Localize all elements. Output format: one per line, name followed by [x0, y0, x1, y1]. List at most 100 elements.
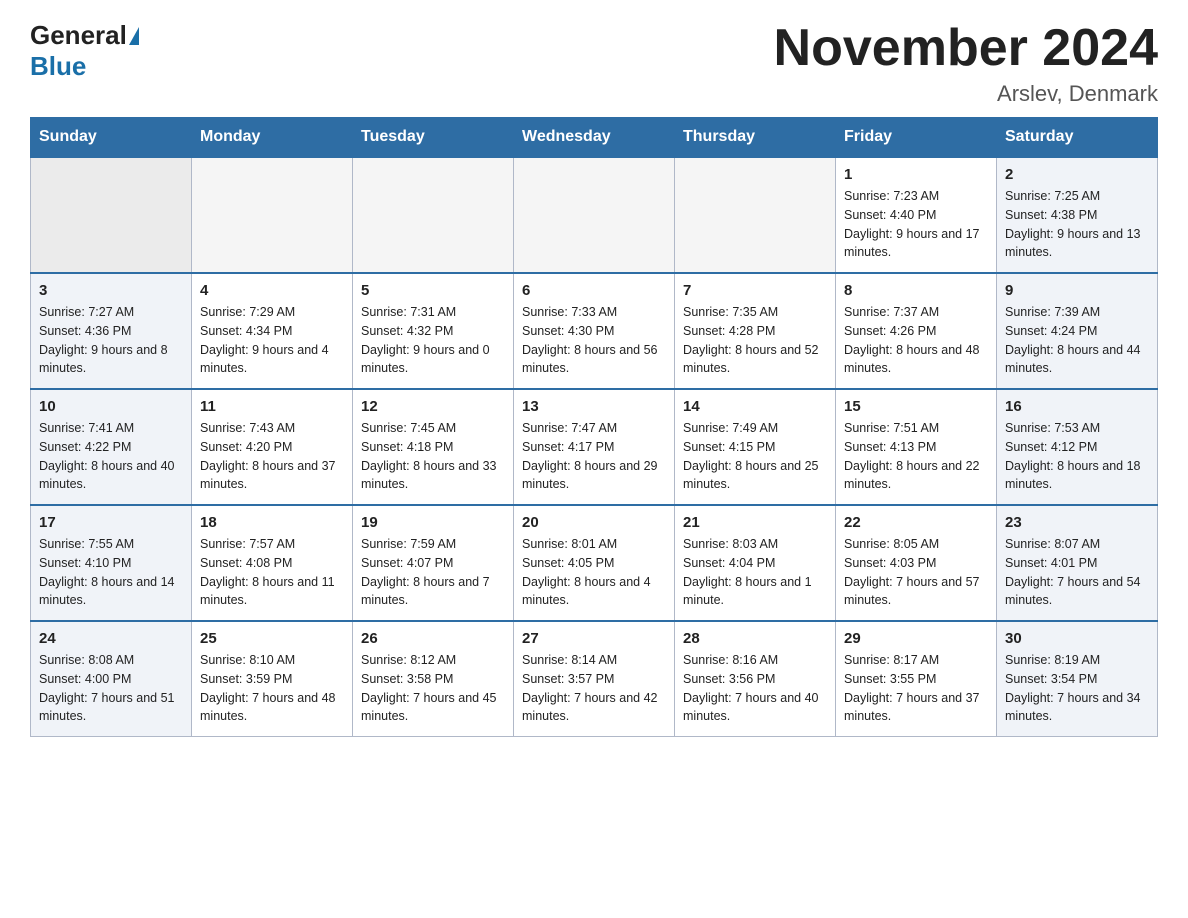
calendar-cell: 7 Sunrise: 7:35 AMSunset: 4:28 PMDaylight… [675, 273, 836, 389]
day-sun-info: Sunrise: 8:16 AMSunset: 3:56 PMDaylight:… [683, 651, 827, 726]
calendar-cell: 25 Sunrise: 8:10 AMSunset: 3:59 PMDayligh… [192, 621, 353, 737]
day-number: 4 [200, 282, 344, 299]
day-number: 2 [1005, 166, 1149, 183]
calendar-cell [353, 157, 514, 273]
calendar-cell: 22 Sunrise: 8:05 AMSunset: 4:03 PMDayligh… [836, 505, 997, 621]
day-sun-info: Sunrise: 7:45 AMSunset: 4:18 PMDaylight:… [361, 419, 505, 494]
logo: General Blue [30, 20, 141, 82]
day-sun-info: Sunrise: 7:39 AMSunset: 4:24 PMDaylight:… [1005, 303, 1149, 378]
day-sun-info: Sunrise: 8:19 AMSunset: 3:54 PMDaylight:… [1005, 651, 1149, 726]
day-sun-info: Sunrise: 7:49 AMSunset: 4:15 PMDaylight:… [683, 419, 827, 494]
calendar-cell: 3 Sunrise: 7:27 AMSunset: 4:36 PMDaylight… [31, 273, 192, 389]
day-sun-info: Sunrise: 7:33 AMSunset: 4:30 PMDaylight:… [522, 303, 666, 378]
day-number: 18 [200, 514, 344, 531]
day-number: 11 [200, 398, 344, 415]
day-sun-info: Sunrise: 7:23 AMSunset: 4:40 PMDaylight:… [844, 187, 988, 262]
day-sun-info: Sunrise: 8:12 AMSunset: 3:58 PMDaylight:… [361, 651, 505, 726]
day-number: 23 [1005, 514, 1149, 531]
day-sun-info: Sunrise: 7:43 AMSunset: 4:20 PMDaylight:… [200, 419, 344, 494]
day-number: 19 [361, 514, 505, 531]
day-sun-info: Sunrise: 7:25 AMSunset: 4:38 PMDaylight:… [1005, 187, 1149, 262]
calendar-week-row: 1 Sunrise: 7:23 AMSunset: 4:40 PMDaylight… [31, 157, 1158, 273]
calendar-week-row: 3 Sunrise: 7:27 AMSunset: 4:36 PMDaylight… [31, 273, 1158, 389]
calendar-cell: 19Sunrise: 7:59 AMSunset: 4:07 PMDayligh… [353, 505, 514, 621]
day-sun-info: Sunrise: 7:31 AMSunset: 4:32 PMDaylight:… [361, 303, 505, 378]
calendar-cell: 8Sunrise: 7:37 AMSunset: 4:26 PMDaylight… [836, 273, 997, 389]
calendar-cell: 26 Sunrise: 8:12 AMSunset: 3:58 PMDayligh… [353, 621, 514, 737]
day-of-week-header: Wednesday [514, 118, 675, 158]
calendar-cell: 18 Sunrise: 7:57 AMSunset: 4:08 PMDayligh… [192, 505, 353, 621]
calendar-cell [192, 157, 353, 273]
calendar-cell: 6 Sunrise: 7:33 AMSunset: 4:30 PMDaylight… [514, 273, 675, 389]
calendar-cell: 27 Sunrise: 8:14 AMSunset: 3:57 PMDayligh… [514, 621, 675, 737]
day-sun-info: Sunrise: 7:35 AMSunset: 4:28 PMDaylight:… [683, 303, 827, 378]
title-block: November 2024 Arslev, Denmark [774, 20, 1158, 107]
calendar-week-row: 10Sunrise: 7:41 AMSunset: 4:22 PMDayligh… [31, 389, 1158, 505]
day-number: 15 [844, 398, 988, 415]
calendar-cell: 21 Sunrise: 8:03 AMSunset: 4:04 PMDayligh… [675, 505, 836, 621]
calendar-week-row: 24Sunrise: 8:08 AMSunset: 4:00 PMDayligh… [31, 621, 1158, 737]
day-sun-info: Sunrise: 8:10 AMSunset: 3:59 PMDaylight:… [200, 651, 344, 726]
day-number: 29 [844, 630, 988, 647]
calendar-table: SundayMondayTuesdayWednesdayThursdayFrid… [30, 117, 1158, 737]
calendar-cell: 12 Sunrise: 7:45 AMSunset: 4:18 PMDayligh… [353, 389, 514, 505]
calendar-week-row: 17Sunrise: 7:55 AMSunset: 4:10 PMDayligh… [31, 505, 1158, 621]
day-of-week-header: Friday [836, 118, 997, 158]
day-sun-info: Sunrise: 7:27 AMSunset: 4:36 PMDaylight:… [39, 303, 183, 378]
calendar-cell: 17Sunrise: 7:55 AMSunset: 4:10 PMDayligh… [31, 505, 192, 621]
day-number: 25 [200, 630, 344, 647]
calendar-cell: 20 Sunrise: 8:01 AMSunset: 4:05 PMDayligh… [514, 505, 675, 621]
calendar-cell [31, 157, 192, 273]
calendar-cell: 5Sunrise: 7:31 AMSunset: 4:32 PMDaylight… [353, 273, 514, 389]
calendar-cell: 29Sunrise: 8:17 AMSunset: 3:55 PMDayligh… [836, 621, 997, 737]
month-title: November 2024 [774, 20, 1158, 77]
calendar-cell: 14 Sunrise: 7:49 AMSunset: 4:15 PMDayligh… [675, 389, 836, 505]
calendar-cell: 9 Sunrise: 7:39 AMSunset: 4:24 PMDaylight… [997, 273, 1158, 389]
day-sun-info: Sunrise: 8:07 AMSunset: 4:01 PMDaylight:… [1005, 535, 1149, 610]
day-of-week-header: Monday [192, 118, 353, 158]
calendar-cell: 28 Sunrise: 8:16 AMSunset: 3:56 PMDayligh… [675, 621, 836, 737]
calendar-cell: 4 Sunrise: 7:29 AMSunset: 4:34 PMDaylight… [192, 273, 353, 389]
calendar-cell [514, 157, 675, 273]
day-number: 22 [844, 514, 988, 531]
day-sun-info: Sunrise: 7:55 AMSunset: 4:10 PMDaylight:… [39, 535, 183, 610]
day-number: 1 [844, 166, 988, 183]
day-sun-info: Sunrise: 7:57 AMSunset: 4:08 PMDaylight:… [200, 535, 344, 610]
day-number: 16 [1005, 398, 1149, 415]
logo-general-text: General [30, 20, 127, 51]
day-number: 10 [39, 398, 183, 415]
day-number: 12 [361, 398, 505, 415]
day-number: 3 [39, 282, 183, 299]
logo-triangle-icon [129, 27, 139, 45]
day-of-week-header: Thursday [675, 118, 836, 158]
day-number: 20 [522, 514, 666, 531]
day-sun-info: Sunrise: 8:03 AMSunset: 4:04 PMDaylight:… [683, 535, 827, 610]
day-number: 7 [683, 282, 827, 299]
day-number: 26 [361, 630, 505, 647]
calendar-cell [675, 157, 836, 273]
day-number: 21 [683, 514, 827, 531]
day-number: 9 [1005, 282, 1149, 299]
day-sun-info: Sunrise: 7:53 AMSunset: 4:12 PMDaylight:… [1005, 419, 1149, 494]
day-sun-info: Sunrise: 8:08 AMSunset: 4:00 PMDaylight:… [39, 651, 183, 726]
logo-blue-text: Blue [30, 51, 86, 82]
calendar-cell: 13Sunrise: 7:47 AMSunset: 4:17 PMDayligh… [514, 389, 675, 505]
calendar-cell: 1 Sunrise: 7:23 AMSunset: 4:40 PMDaylight… [836, 157, 997, 273]
day-number: 27 [522, 630, 666, 647]
page-header: General Blue November 2024 Arslev, Denma… [30, 20, 1158, 107]
day-sun-info: Sunrise: 7:51 AMSunset: 4:13 PMDaylight:… [844, 419, 988, 494]
day-sun-info: Sunrise: 7:29 AMSunset: 4:34 PMDaylight:… [200, 303, 344, 378]
calendar-cell: 24Sunrise: 8:08 AMSunset: 4:00 PMDayligh… [31, 621, 192, 737]
day-sun-info: Sunrise: 8:01 AMSunset: 4:05 PMDaylight:… [522, 535, 666, 610]
day-number: 6 [522, 282, 666, 299]
calendar-cell: 15 Sunrise: 7:51 AMSunset: 4:13 PMDayligh… [836, 389, 997, 505]
calendar-cell: 23 Sunrise: 8:07 AMSunset: 4:01 PMDayligh… [997, 505, 1158, 621]
day-sun-info: Sunrise: 8:14 AMSunset: 3:57 PMDaylight:… [522, 651, 666, 726]
day-number: 28 [683, 630, 827, 647]
day-of-week-header: Sunday [31, 118, 192, 158]
day-number: 30 [1005, 630, 1149, 647]
day-sun-info: Sunrise: 7:47 AMSunset: 4:17 PMDaylight:… [522, 419, 666, 494]
day-number: 14 [683, 398, 827, 415]
day-sun-info: Sunrise: 8:05 AMSunset: 4:03 PMDaylight:… [844, 535, 988, 610]
day-sun-info: Sunrise: 7:37 AMSunset: 4:26 PMDaylight:… [844, 303, 988, 378]
